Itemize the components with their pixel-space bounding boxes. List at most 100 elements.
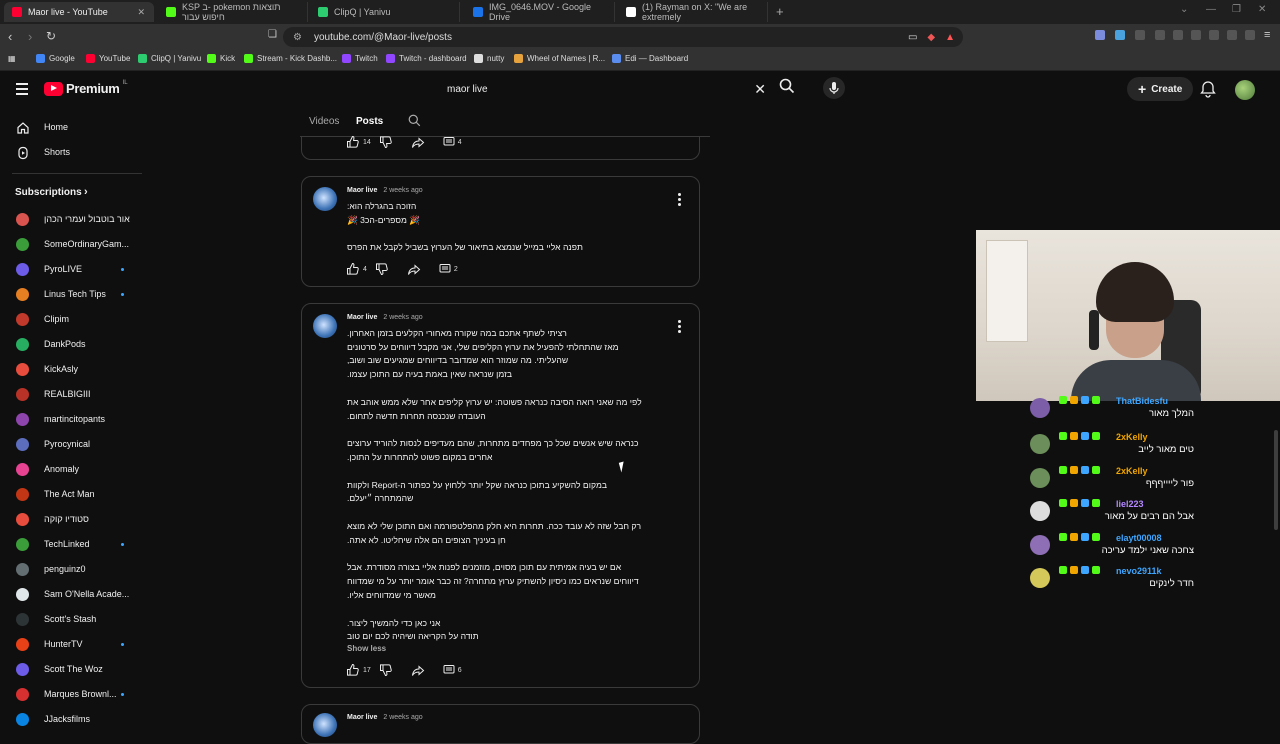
sidebar-channel-item[interactable]: The Act Man <box>0 483 150 505</box>
sidebar-channel-item[interactable]: REALBIGIII <box>0 383 150 405</box>
more-options-icon[interactable] <box>678 193 681 208</box>
site-info-icon[interactable]: ⚙ <box>293 32 302 43</box>
bookmark-nutty[interactable]: nutty <box>474 54 504 63</box>
search-input[interactable]: maor live <box>447 84 488 95</box>
sidebar-channel-item[interactable]: Sam O'Nella Acade... <box>0 583 150 605</box>
browser-tab-clipq[interactable]: ClipQ | Yanivu <box>310 2 460 22</box>
vpn-icon[interactable] <box>1245 30 1255 40</box>
show-less-button[interactable]: Show less <box>347 644 386 653</box>
sidebar-item-home[interactable]: Home <box>0 116 150 138</box>
menu-icon[interactable]: ≡ <box>1264 29 1270 41</box>
comment-icon[interactable] <box>443 664 455 676</box>
voice-search-icon[interactable] <box>823 77 845 99</box>
sidebar-channel-item[interactable]: SomeOrdinaryGam... <box>0 233 150 255</box>
wallet-icon[interactable] <box>1209 30 1219 40</box>
dislike-icon[interactable] <box>375 262 389 276</box>
sidebar-channel-item[interactable]: Linus Tech Tips <box>0 283 150 305</box>
close-tab-icon[interactable]: ✕ <box>137 7 145 18</box>
extension-icon[interactable] <box>1173 30 1183 40</box>
bookmark-kick[interactable]: Kick <box>207 54 235 63</box>
post-time[interactable]: 2 weeks ago <box>383 187 422 194</box>
extension-icon[interactable] <box>1135 30 1145 40</box>
bookmark-twitch[interactable]: Twitch <box>342 54 378 63</box>
bookmark-wheel[interactable]: Wheel of Names | R... <box>514 54 605 63</box>
sidebar-channel-item[interactable]: penguinz0 <box>0 558 150 580</box>
sidebar-channel-item[interactable]: DankPods <box>0 333 150 355</box>
more-options-icon[interactable] <box>678 320 681 335</box>
subscriptions-header[interactable]: Subscriptions › <box>0 181 150 203</box>
forward-icon[interactable]: › <box>28 29 32 44</box>
sidebar-channel-item[interactable]: Marques Brownl... <box>0 683 150 705</box>
sidebar-channel-item[interactable]: TechLinked <box>0 533 150 555</box>
channel-avatar[interactable] <box>313 713 337 737</box>
account-avatar[interactable] <box>1235 80 1255 100</box>
brave-shield-icon[interactable]: ◆ <box>927 32 935 43</box>
sidebar-channel-item[interactable]: Scott The Woz <box>0 658 150 680</box>
dislike-icon[interactable] <box>379 135 393 149</box>
share-icon[interactable] <box>407 262 421 276</box>
sidebar-channel-item[interactable]: Pyrocynical <box>0 433 150 455</box>
bookmark-clipq[interactable]: ClipQ | Yanivu <box>138 54 201 63</box>
post-author[interactable]: Maor live <box>347 314 377 321</box>
comment-icon[interactable] <box>443 136 455 148</box>
create-button[interactable]: + Create <box>1127 77 1194 101</box>
reload-icon[interactable]: ↻ <box>46 29 56 43</box>
maximize-icon[interactable]: ❐ <box>1232 4 1241 15</box>
share-icon[interactable] <box>411 135 425 149</box>
apps-icon[interactable]: ▦ <box>8 54 16 63</box>
browser-tab-ksp[interactable]: KSP ב- pokemon תוצאות חיפוש עבור <box>158 2 308 22</box>
bookmark-youtube[interactable]: YouTube <box>86 54 130 63</box>
post-author[interactable]: Maor live <box>347 187 377 194</box>
url-text[interactable]: youtube.com/@Maor-live/posts <box>314 32 452 43</box>
new-tab-icon[interactable]: + <box>776 4 784 19</box>
post-time[interactable]: 2 weeks ago <box>383 314 422 321</box>
channel-avatar[interactable] <box>313 314 337 338</box>
like-icon[interactable] <box>346 262 360 276</box>
bookmark-edi[interactable]: Edi — Dashboard <box>612 54 688 63</box>
bookmark-kick-dashboard[interactable]: Stream - Kick Dashb... <box>244 54 337 63</box>
extension-icon[interactable] <box>1155 30 1165 40</box>
sidebar-channel-item[interactable]: KickAsly <box>0 358 150 380</box>
youtube-logo[interactable]: Premium IL <box>44 80 128 96</box>
menu-icon[interactable] <box>16 83 28 98</box>
bookmark-icon[interactable]: ❏ <box>268 29 277 40</box>
sidebar-item-shorts[interactable]: Shorts <box>0 141 150 163</box>
chevron-down-icon[interactable]: ⌄ <box>1180 4 1188 15</box>
share-icon[interactable] <box>411 663 425 677</box>
sidebar-channel-item[interactable]: Scott's Stash <box>0 608 150 630</box>
browser-tab-x[interactable]: (1) Rayman on X: "We are extremely <box>618 2 768 22</box>
sidebar-channel-item[interactable]: Clipim <box>0 308 150 330</box>
sidebar-channel-item[interactable]: Anomaly <box>0 458 150 480</box>
tab-posts[interactable]: Posts <box>356 116 383 127</box>
sidebar-channel-item[interactable]: PyroLIVE <box>0 258 150 280</box>
sidebar-channel-item[interactable]: סטודיו קוקה <box>0 508 150 530</box>
address-bar[interactable]: ⚙ youtube.com/@Maor-live/posts ▭ ◆ ▲ <box>283 27 963 47</box>
tab-videos[interactable]: Videos <box>309 116 339 127</box>
extension-icon[interactable] <box>1115 30 1125 40</box>
browser-tab-drive[interactable]: IMG_0646.MOV - Google Drive <box>465 2 615 22</box>
ai-icon[interactable] <box>1227 30 1237 40</box>
cast-icon[interactable]: ▭ <box>908 32 917 43</box>
like-icon[interactable] <box>346 135 360 149</box>
search-box[interactable]: maor live ✕ <box>436 77 774 101</box>
sidebar-channel-item[interactable]: אור בוטבול ועמרי הכהן <box>0 208 150 230</box>
browser-tab-youtube[interactable]: Maor live - YouTube ✕ <box>4 2 154 22</box>
extension-icon[interactable] <box>1095 30 1105 40</box>
channel-avatar[interactable] <box>313 187 337 211</box>
rewards-icon[interactable]: ▲ <box>945 32 955 43</box>
sidebar-channel-item[interactable]: HunterTV <box>0 633 150 655</box>
like-icon[interactable] <box>346 663 360 677</box>
sidebar-toggle-icon[interactable] <box>1191 30 1201 40</box>
back-icon[interactable]: ‹ <box>8 29 12 44</box>
search-icon[interactable] <box>779 78 795 97</box>
sidebar-channel-item[interactable]: JJacksfilms <box>0 708 150 730</box>
minimize-icon[interactable]: — <box>1206 4 1216 15</box>
clear-search-icon[interactable]: ✕ <box>754 81 766 98</box>
bookmark-google[interactable]: Google <box>36 54 75 63</box>
bookmark-twitch-dashboard[interactable]: Twitch - dashboard <box>386 54 467 63</box>
dislike-icon[interactable] <box>379 663 393 677</box>
page-scrollbar[interactable] <box>1274 430 1278 530</box>
notifications-bell-icon[interactable] <box>1200 80 1216 101</box>
sidebar-channel-item[interactable]: martincitopants <box>0 408 150 430</box>
comment-icon[interactable] <box>439 263 451 275</box>
